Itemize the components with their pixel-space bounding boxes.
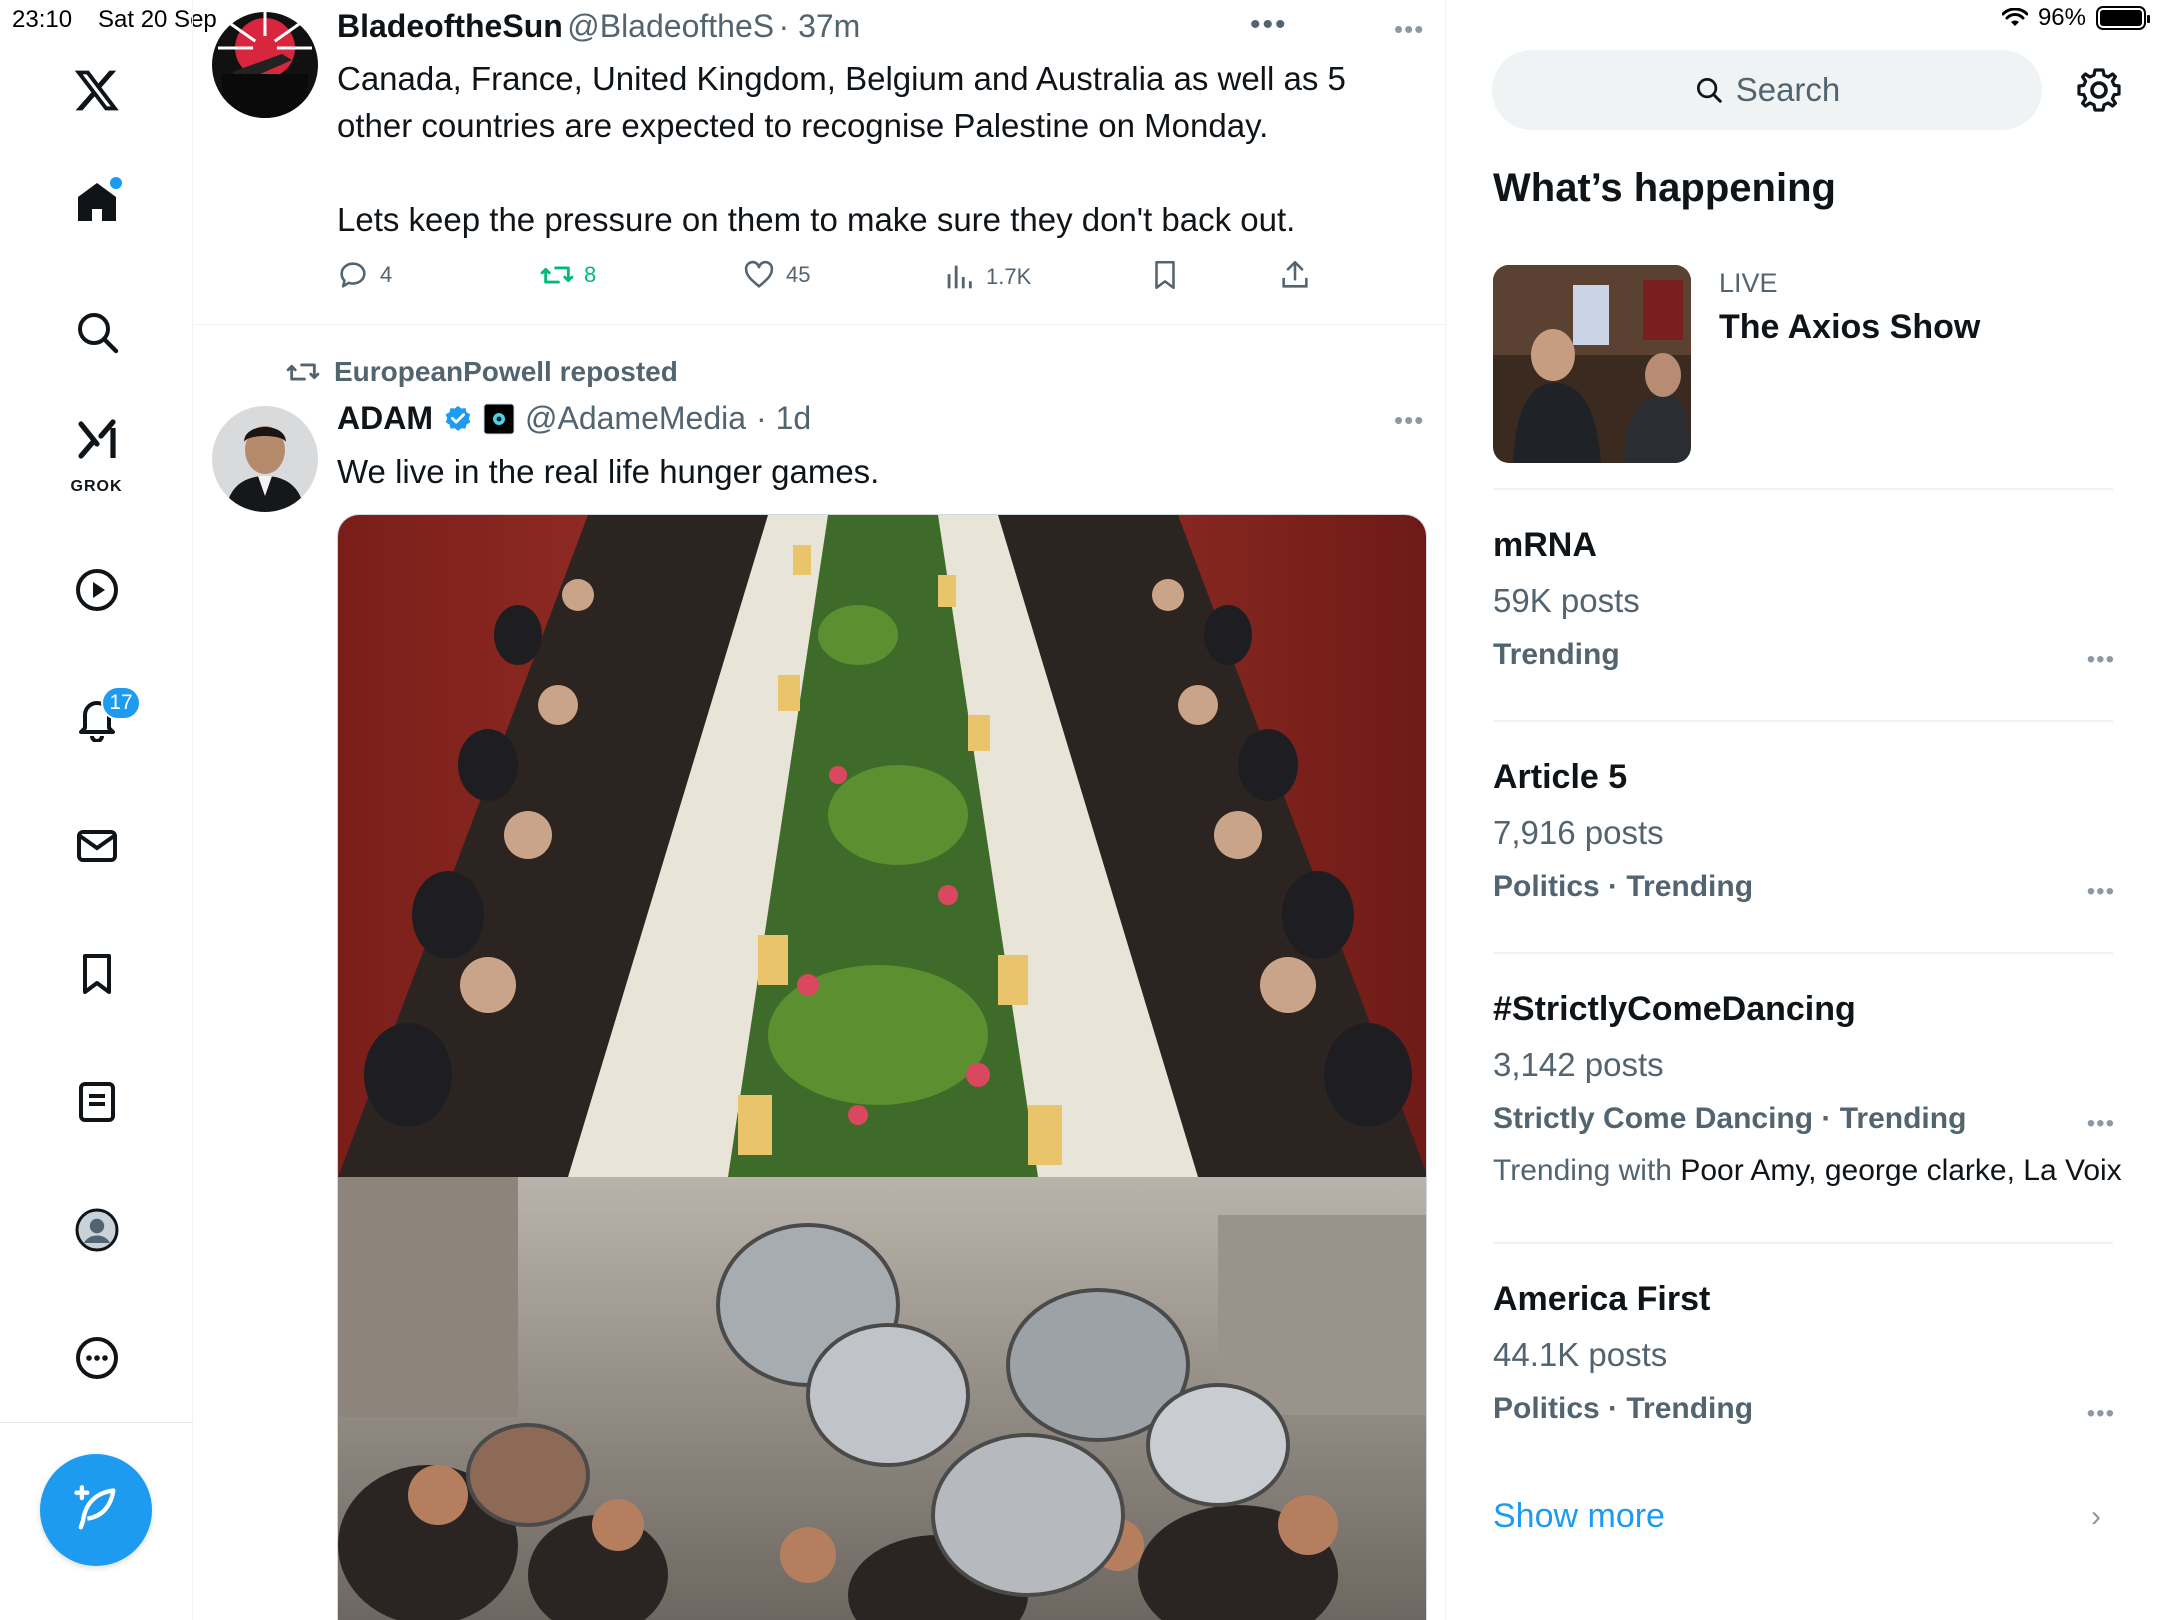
trend-post-count: 44.1K posts bbox=[1493, 1336, 1668, 1373]
tweet1-view-count: 1.7K bbox=[986, 264, 1032, 289]
trending-with: Trending with Poor Amy, george clarke, L… bbox=[1493, 1154, 2133, 1188]
live-show-title[interactable]: The Axios Show bbox=[1719, 308, 1980, 347]
tweet2-text: We live in the real life hunger games. bbox=[337, 453, 880, 490]
tweet1-more-button[interactable]: ••• bbox=[1394, 14, 1424, 45]
lists-icon[interactable] bbox=[0, 1062, 193, 1142]
search-small-icon bbox=[1696, 78, 1722, 103]
right-sidebar: Search What’s happening LIVE The Axios S… bbox=[1447, 0, 2160, 1620]
notifications-bell-icon[interactable] bbox=[0, 678, 193, 758]
trend-more-button[interactable]: ••• bbox=[2087, 878, 2115, 906]
live-show-thumbnail[interactable] bbox=[1493, 265, 1691, 463]
trend-post-count: 3,142 posts bbox=[1493, 1046, 1664, 1083]
affiliate-badge-icon bbox=[483, 403, 515, 434]
trend-name: Article 5 bbox=[1493, 758, 1628, 796]
show-more-link[interactable]: Show more bbox=[1493, 1497, 1665, 1536]
trend-name: #StrictlyComeDancing bbox=[1493, 990, 1856, 1028]
sidebar-divider bbox=[1493, 1242, 2113, 1244]
tweet1-header: BladeoftheSun @BladeoftheS · 37m bbox=[337, 8, 860, 45]
profile-avatar-icon[interactable] bbox=[0, 1190, 193, 1270]
heart-icon bbox=[744, 260, 774, 288]
tweet1-time: · 37m bbox=[778, 8, 861, 44]
trend-item[interactable]: #StrictlyComeDancing 3,142 posts Strictl… bbox=[1493, 990, 2133, 1188]
trend-category: Politics · Trending bbox=[1493, 1392, 1754, 1425]
tweet1-views-button[interactable]: 1.7K bbox=[942, 260, 1031, 294]
left-nav: GROK 17 bbox=[0, 0, 193, 1620]
nav-divider bbox=[0, 1422, 193, 1423]
share-icon bbox=[1282, 260, 1308, 288]
more-options-icon[interactable] bbox=[0, 1318, 193, 1398]
sidebar-divider bbox=[1493, 488, 2113, 490]
trend-name: mRNA bbox=[1493, 526, 1597, 564]
tweet1-repost-count: 8 bbox=[584, 262, 597, 287]
sidebar-divider bbox=[1493, 952, 2113, 954]
tweet-divider bbox=[194, 324, 1446, 325]
search-input[interactable]: Search bbox=[1492, 50, 2042, 130]
trend-name: America First bbox=[1493, 1280, 1711, 1318]
trend-category: Politics · Trending bbox=[1493, 870, 1754, 903]
notifications-badge: 17 bbox=[101, 686, 141, 720]
grok-label: GROK bbox=[70, 478, 123, 495]
compose-feather-icon bbox=[74, 1485, 116, 1530]
trend-item[interactable]: mRNA 59K posts Trending ••• bbox=[1493, 526, 2133, 690]
repost-small-icon bbox=[286, 363, 320, 381]
trend-category: Trending bbox=[1493, 638, 1620, 671]
tweet2-time: · 1d bbox=[756, 400, 812, 436]
feed-top-dots[interactable]: ••• bbox=[1250, 8, 1288, 42]
tweet2-reposted-by[interactable]: EuropeanPowell reposted bbox=[286, 355, 678, 389]
repost-icon bbox=[540, 266, 574, 284]
reply-icon bbox=[340, 262, 366, 288]
tweet1-author-name[interactable]: BladeoftheSun bbox=[337, 8, 563, 44]
sidebar-divider bbox=[1493, 720, 2113, 722]
tweet2-header: ADAM @AdameMedia · 1d bbox=[337, 400, 811, 437]
home-unread-dot bbox=[110, 177, 122, 189]
settings-gear-icon[interactable] bbox=[2075, 66, 2123, 119]
search-icon[interactable] bbox=[0, 292, 193, 372]
adam-avatar[interactable] bbox=[212, 406, 318, 512]
trending-with-names[interactable]: Poor Amy, george clarke, La Voix bbox=[1680, 1154, 2121, 1187]
verified-badge-icon bbox=[445, 405, 471, 431]
tweet1-share-button[interactable] bbox=[1278, 258, 1312, 292]
trend-more-button[interactable]: ••• bbox=[2087, 1400, 2115, 1428]
bookmark-icon bbox=[1155, 260, 1175, 290]
tweet1-handle[interactable]: @BladeoftheS bbox=[567, 8, 774, 44]
messages-envelope-icon[interactable] bbox=[0, 806, 193, 886]
trend-more-button[interactable]: ••• bbox=[2087, 1110, 2115, 1138]
video-icon[interactable] bbox=[0, 550, 193, 630]
tweet2-media-image[interactable] bbox=[337, 514, 1427, 1620]
views-chart-icon bbox=[947, 265, 972, 289]
bookmarks-icon[interactable] bbox=[0, 934, 193, 1014]
x-logo-icon[interactable] bbox=[0, 50, 193, 130]
tweet1-reply-button[interactable]: 4 bbox=[336, 258, 392, 292]
grok-icon[interactable] bbox=[0, 410, 193, 470]
bladeofthesun-avatar[interactable] bbox=[212, 12, 318, 118]
tweet2-reposted-by-label: EuropeanPowell reposted bbox=[334, 356, 678, 387]
search-placeholder: Search bbox=[1735, 71, 1841, 108]
trend-item[interactable]: Article 5 7,916 posts Politics · Trendin… bbox=[1493, 758, 2133, 922]
tweet1-like-count: 45 bbox=[786, 262, 811, 287]
tweet2-more-button[interactable]: ••• bbox=[1394, 405, 1424, 436]
home-icon[interactable] bbox=[0, 162, 193, 242]
trend-item[interactable]: America First 44.1K posts Politics · Tre… bbox=[1493, 1280, 2133, 1444]
tweet1-like-button[interactable]: 45 bbox=[742, 258, 810, 292]
trend-more-button[interactable]: ••• bbox=[2087, 646, 2115, 674]
trend-category: Strictly Come Dancing · Trending bbox=[1493, 1102, 1967, 1135]
whats-happening-heading: What’s happening bbox=[1493, 166, 1836, 210]
tweet1-text: Canada, France, United Kingdom, Belgium … bbox=[337, 60, 1346, 238]
trend-post-count: 59K posts bbox=[1493, 582, 1640, 619]
tweet1-reply-count: 4 bbox=[380, 262, 393, 287]
compose-post-button[interactable] bbox=[40, 1454, 152, 1566]
tweet1-repost-button[interactable]: 8 bbox=[540, 258, 596, 292]
tweet1-bookmark-button[interactable] bbox=[1148, 258, 1182, 292]
tweet2-author-name[interactable]: ADAM bbox=[337, 400, 433, 437]
tweet2-handle[interactable]: @AdameMedia bbox=[525, 400, 746, 437]
chevron-right-icon: › bbox=[2091, 1500, 2101, 1533]
live-label: LIVE bbox=[1719, 268, 1778, 298]
trending-with-label: Trending with bbox=[1493, 1154, 1672, 1187]
trend-post-count: 7,916 posts bbox=[1493, 814, 1664, 851]
